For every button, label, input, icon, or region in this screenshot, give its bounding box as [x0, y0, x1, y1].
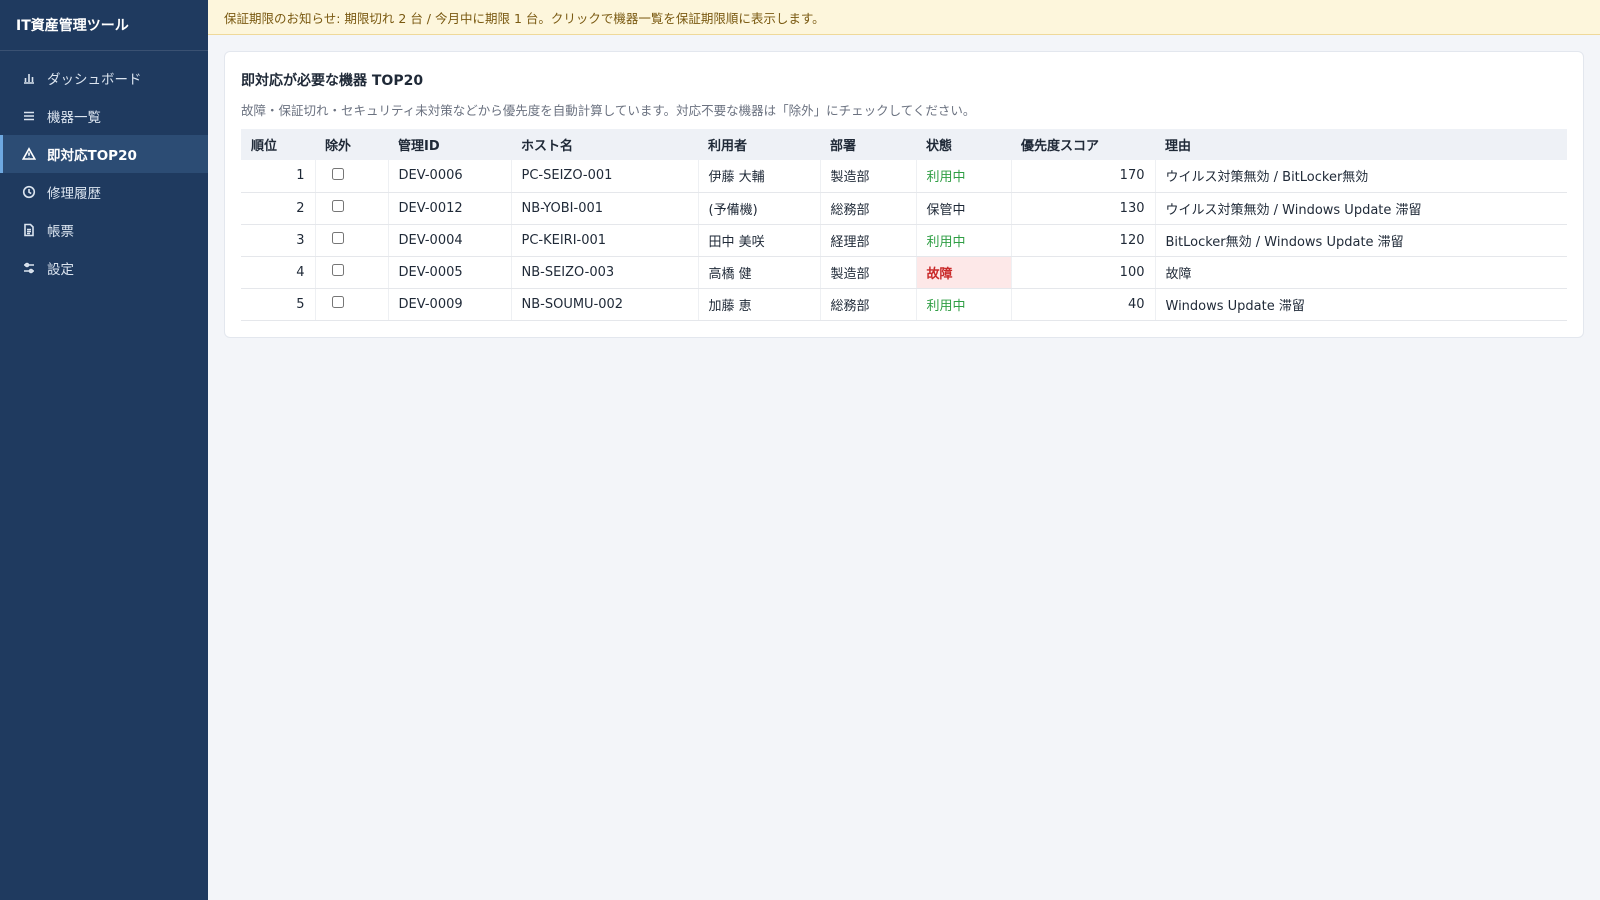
cell-dept: 総務部: [820, 288, 917, 321]
cell-host: NB-YOBI-001: [511, 192, 699, 225]
sidebar-item-reports[interactable]: 帳票: [0, 211, 208, 249]
cell-id: DEV-0012: [388, 192, 512, 225]
cell-exclude: [315, 192, 389, 225]
header-reason: 理由: [1155, 129, 1567, 160]
cell-reason: ウイルス対策無効 / BitLocker無効: [1155, 160, 1567, 193]
cell-reason: 故障: [1155, 256, 1567, 289]
status-badge: 利用中: [916, 288, 1012, 321]
cell-reason: ウイルス対策無効 / Windows Update 滞留: [1155, 192, 1567, 225]
cell-id: DEV-0005: [388, 256, 512, 289]
header-exclude: 除外: [315, 129, 388, 160]
exclude-checkbox[interactable]: [331, 200, 344, 212]
header-user: 利用者: [698, 129, 820, 160]
cell-id: DEV-0009: [388, 288, 512, 321]
header-dept: 部署: [820, 129, 916, 160]
urgent-devices-card: 即対応が必要な機器 TOP20 故障・保証切れ・セキュリティ未対策などから優先度…: [224, 51, 1584, 338]
cell-dept: 製造部: [820, 256, 917, 289]
table-row: 2 DEV-0012 NB-YOBI-001 (予備機) 総務部 保管中 130…: [241, 192, 1567, 225]
header-id: 管理ID: [388, 129, 511, 160]
sidebar-item-urgent-top20[interactable]: 即対応TOP20: [0, 135, 208, 173]
status-badge: 利用中: [916, 224, 1012, 257]
table-header-row: 順位 除外 管理ID ホスト名 利用者 部署 状態 優先度スコア 理由: [241, 129, 1567, 160]
cell-host: NB-SEIZO-003: [511, 256, 699, 289]
exclude-checkbox[interactable]: [331, 296, 344, 308]
cell-user: (予備機): [698, 192, 821, 225]
cell-dept: 経理部: [820, 224, 917, 257]
sidebar: IT資産管理ツール ダッシュボード 機器一覧 即対応TOP20 修理履歴 帳票 …: [0, 0, 208, 900]
status-badge: 保管中: [916, 192, 1012, 225]
exclude-checkbox[interactable]: [331, 264, 344, 276]
list-icon: [21, 108, 37, 124]
sidebar-nav: ダッシュボード 機器一覧 即対応TOP20 修理履歴 帳票 設定: [0, 51, 208, 287]
exclude-checkbox[interactable]: [331, 232, 344, 244]
header-host: ホスト名: [511, 129, 698, 160]
sidebar-item-dashboard[interactable]: ダッシュボード: [0, 59, 208, 97]
clock-icon: [21, 184, 37, 200]
main-area: 保証期限のお知らせ: 期限切れ 2 台 / 今月中に期限 1 台。クリックで機器…: [208, 0, 1600, 900]
cell-dept: 製造部: [820, 160, 917, 193]
cell-id: DEV-0006: [388, 160, 512, 193]
cell-reason: BitLocker無効 / Windows Update 滞留: [1155, 224, 1567, 257]
cell-dept: 総務部: [820, 192, 917, 225]
header-score: 優先度スコア: [1011, 129, 1155, 160]
cell-host: PC-SEIZO-001: [511, 160, 699, 193]
cell-host: PC-KEIRI-001: [511, 224, 699, 257]
bar-chart-icon: [21, 70, 37, 86]
sidebar-item-settings[interactable]: 設定: [0, 249, 208, 287]
cell-id: DEV-0004: [388, 224, 512, 257]
cell-user: 加藤 恵: [698, 288, 821, 321]
table-row: 5 DEV-0009 NB-SOUMU-002 加藤 恵 総務部 利用中 40 …: [241, 288, 1567, 321]
cell-exclude: [315, 160, 389, 193]
cell-reason: Windows Update 滞留: [1155, 288, 1567, 321]
cell-score: 100: [1011, 256, 1156, 289]
cell-user: 伊藤 大輔: [698, 160, 821, 193]
sliders-icon: [21, 260, 37, 276]
urgent-devices-table: 順位 除外 管理ID ホスト名 利用者 部署 状態 優先度スコア 理由 1 DE…: [241, 129, 1567, 321]
sidebar-item-label: 帳票: [47, 224, 74, 240]
warning-icon: [21, 146, 37, 162]
status-badge: 利用中: [916, 160, 1012, 193]
sidebar-item-device-list[interactable]: 機器一覧: [0, 97, 208, 135]
table-row: 4 DEV-0005 NB-SEIZO-003 高橋 健 製造部 故障 100 …: [241, 256, 1567, 289]
cell-user: 田中 美咲: [698, 224, 821, 257]
cell-user: 高橋 健: [698, 256, 821, 289]
status-badge: 故障: [916, 256, 1012, 289]
sidebar-item-repair-history[interactable]: 修理履歴: [0, 173, 208, 211]
card-title: 即対応が必要な機器 TOP20: [241, 73, 424, 89]
cell-exclude: [315, 256, 389, 289]
sidebar-item-label: ダッシュボード: [47, 72, 142, 88]
cell-score: 130: [1011, 192, 1156, 225]
sidebar-item-label: 機器一覧: [47, 110, 101, 126]
header-rank: 順位: [241, 129, 315, 160]
cell-rank: 2: [241, 192, 316, 225]
cell-rank: 4: [241, 256, 316, 289]
warranty-notice-banner[interactable]: 保証期限のお知らせ: 期限切れ 2 台 / 今月中に期限 1 台。クリックで機器…: [208, 0, 1600, 35]
cell-rank: 3: [241, 224, 316, 257]
content: 即対応が必要な機器 TOP20 故障・保証切れ・セキュリティ未対策などから優先度…: [208, 35, 1600, 338]
cell-score: 170: [1011, 160, 1156, 193]
cell-host: NB-SOUMU-002: [511, 288, 699, 321]
app-title: IT資産管理ツール: [0, 0, 208, 51]
exclude-checkbox[interactable]: [331, 167, 344, 180]
document-icon: [21, 222, 37, 238]
sidebar-item-label: 設定: [47, 262, 74, 278]
cell-rank: 5: [241, 288, 316, 321]
sidebar-item-label: 即対応TOP20: [47, 148, 137, 164]
table-row: 1 DEV-0006 PC-SEIZO-001 伊藤 大輔 製造部 利用中 17…: [241, 160, 1567, 193]
cell-exclude: [315, 288, 389, 321]
cell-exclude: [315, 224, 389, 257]
card-description: 故障・保証切れ・セキュリティ未対策などから優先度を自動計算しています。対応不要な…: [241, 103, 976, 118]
cell-score: 120: [1011, 224, 1156, 257]
sidebar-item-label: 修理履歴: [47, 186, 101, 202]
cell-rank: 1: [241, 160, 316, 193]
header-state: 状態: [916, 129, 1011, 160]
cell-score: 40: [1011, 288, 1156, 321]
table-row: 3 DEV-0004 PC-KEIRI-001 田中 美咲 経理部 利用中 12…: [241, 224, 1567, 257]
